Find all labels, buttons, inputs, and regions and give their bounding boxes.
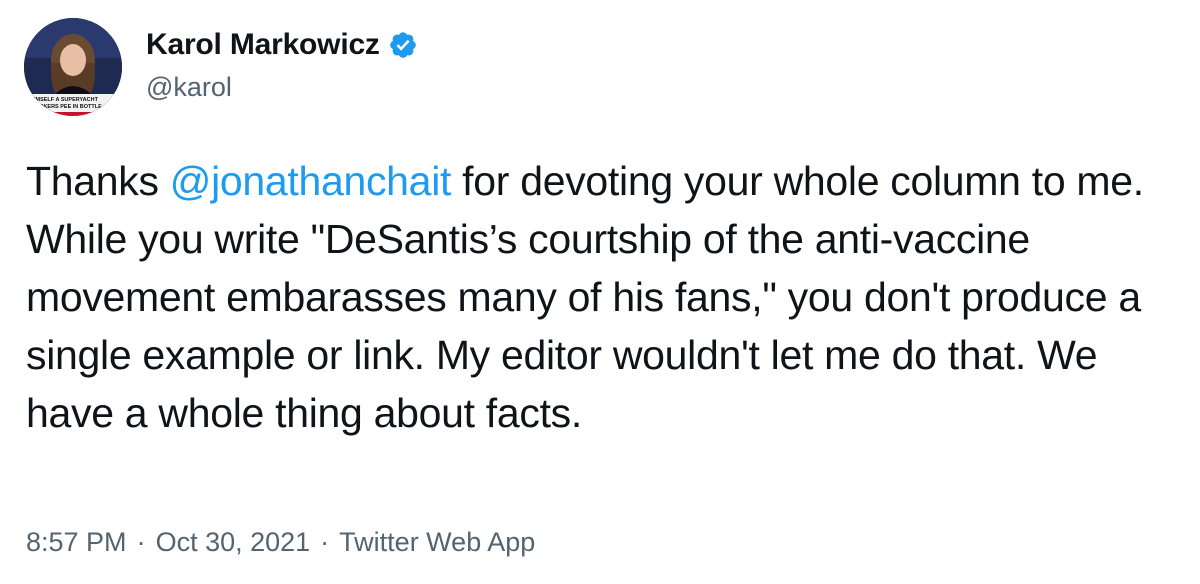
tweet-text: Thanks @jonathanchait for devoting your … bbox=[26, 152, 1176, 442]
tweet-time[interactable]: 8:57 PM bbox=[26, 527, 127, 558]
tweet-date[interactable]: Oct 30, 2021 bbox=[156, 527, 311, 558]
avatar-caption-line1: HIMSELF A SUPERYACHT bbox=[30, 97, 99, 103]
author-handle[interactable]: @karol bbox=[146, 72, 232, 103]
avatar-caption-line2: WORKERS PEE IN BOTTLE bbox=[30, 104, 102, 110]
author-name-row: Karol Markowicz bbox=[146, 28, 418, 62]
avatar[interactable]: HIMSELF A SUPERYACHT WORKERS PEE IN BOTT… bbox=[24, 18, 122, 116]
tweet-card: HIMSELF A SUPERYACHT WORKERS PEE IN BOTT… bbox=[0, 0, 1200, 584]
avatar-image: HIMSELF A SUPERYACHT WORKERS PEE IN BOTT… bbox=[24, 18, 122, 116]
tweet-text-before-mention: Thanks bbox=[26, 158, 170, 204]
meta-separator: · bbox=[136, 527, 146, 557]
mention-link[interactable]: @jonathanchait bbox=[170, 158, 452, 204]
verified-badge-icon bbox=[388, 30, 418, 60]
tweet-meta: 8:57 PM · Oct 30, 2021 · Twitter Web App bbox=[26, 527, 535, 558]
tweet-source: Twitter Web App bbox=[339, 527, 536, 557]
meta-separator: · bbox=[320, 527, 330, 557]
author-display-name[interactable]: Karol Markowicz bbox=[146, 28, 380, 62]
